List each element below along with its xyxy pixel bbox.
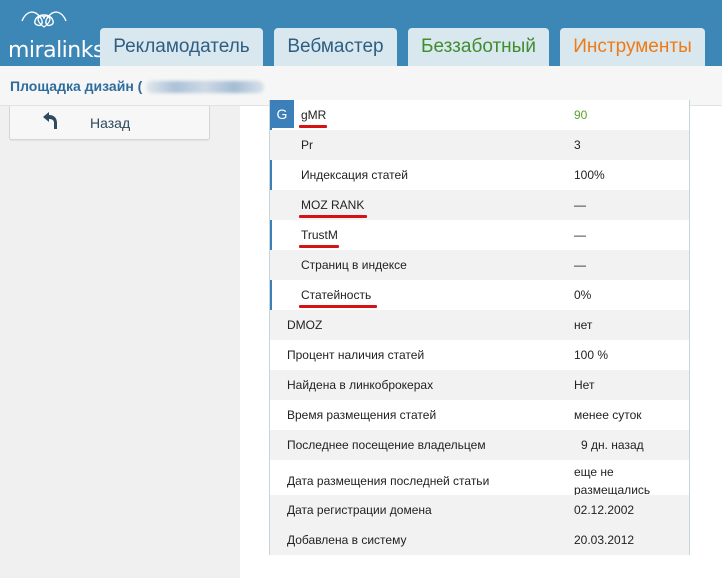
row-value: Нет: [574, 378, 595, 392]
site-stats-table: G gMR 90 Pr 3 Индексация статей 100% MOZ…: [269, 100, 690, 555]
row-value: —: [574, 228, 586, 242]
row-label: Последнее посещение владельцем: [287, 438, 486, 452]
row-value: 20.03.2012: [574, 533, 635, 547]
tab-carefree[interactable]: Беззаботный: [408, 28, 549, 68]
table-row-added: Добавлена в систему 20.03.2012: [270, 525, 689, 555]
row-value: 0%: [574, 288, 592, 302]
tab-tools[interactable]: Инструменты: [560, 28, 705, 68]
row-label: Время размещения статей: [287, 408, 437, 422]
table-row-moz-rank: MOZ RANK —: [270, 190, 689, 220]
row-label: Страниц в индексе: [301, 258, 407, 272]
row-value: 9 дн. назад: [581, 438, 644, 452]
tab-webmaster[interactable]: Вебмастер: [274, 28, 397, 68]
highlight-underline: [299, 125, 327, 128]
hands-heart-logo-icon: [21, 11, 67, 28]
row-value: менее суток: [574, 408, 642, 422]
blurred-domain: [146, 81, 265, 94]
table-row-link-brokers: Найдена в линкоброкерах Нет: [270, 370, 689, 400]
sidebar: Назад: [0, 106, 240, 578]
table-row-last-visit: Последнее посещение владельцем 9 дн. наз…: [270, 430, 689, 460]
table-row-dmoz: DMOZ нет: [270, 310, 689, 340]
row-label: Индексация статей: [301, 168, 408, 182]
site-title-text: Площадка дизайн (: [10, 78, 143, 94]
row-label: Дата регистрации домена: [287, 503, 432, 517]
table-row-domain-registered: Дата регистрации домена 02.12.2002: [270, 495, 689, 525]
row-value-line: еще не: [574, 465, 614, 479]
row-value: 100 %: [574, 348, 609, 362]
top-header: miralinks Рекламодатель Вебмастер Беззаб…: [0, 0, 722, 68]
table-row-trustm: TrustM —: [270, 220, 689, 250]
row-value: нет: [574, 318, 593, 332]
back-button[interactable]: Назад: [9, 106, 210, 140]
table-row-article-ratio: Статейность 0%: [270, 280, 689, 310]
back-arrow-icon: [43, 112, 57, 129]
table-row-gmr: G gMR 90: [270, 100, 689, 130]
row-value: 100%: [574, 168, 605, 182]
table-row-article-percent: Процент наличия статей 100 %: [270, 340, 689, 370]
row-value: 02.12.2002: [574, 503, 635, 517]
row-value: 90: [574, 108, 588, 122]
row-label: Процент наличия статей: [287, 348, 425, 362]
row-value: 3: [574, 138, 581, 152]
table-row-pages-indexed: Страниц в индексе —: [270, 250, 689, 280]
tab-advertiser[interactable]: Рекламодатель: [100, 28, 263, 68]
row-label: DMOZ: [287, 318, 323, 332]
row-label: Pr: [301, 138, 313, 152]
row-label: Найдена в линкоброкерах: [287, 378, 434, 392]
table-row-indexing: Индексация статей 100%: [270, 160, 689, 190]
logo-text: miralinks: [8, 38, 104, 63]
row-value: —: [574, 198, 586, 212]
table-row-pr: Pr 3: [270, 130, 689, 160]
row-label: Добавлена в систему: [287, 533, 407, 547]
miralinks-logo[interactable]: miralinks: [0, 0, 104, 66]
table-row-placement-time: Время размещения статей менее суток: [270, 400, 689, 430]
site-title: Площадка дизайн (: [10, 78, 265, 94]
row-value: —: [574, 258, 586, 272]
back-label: Назад: [90, 115, 131, 131]
row-value: еще не размещались: [574, 463, 650, 499]
google-badge: G: [270, 100, 294, 128]
highlight-underline: [299, 305, 377, 308]
highlight-underline: [299, 245, 339, 248]
highlight-underline: [299, 215, 367, 218]
